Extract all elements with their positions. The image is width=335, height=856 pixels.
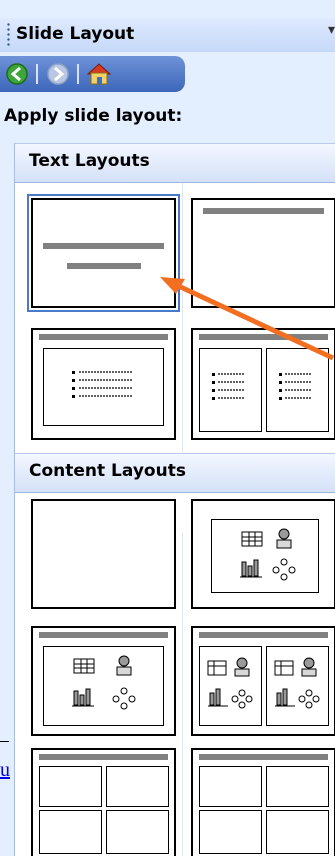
- bullet-list-icon: [72, 371, 132, 398]
- content-placeholder: [199, 766, 262, 807]
- pane-menu-chevron-icon[interactable]: ▾: [328, 22, 335, 38]
- layout-title-only[interactable]: [191, 198, 335, 308]
- group-label: Text Layouts: [29, 151, 150, 171]
- content-placeholder: [106, 810, 169, 854]
- clip-art-icon: [116, 655, 132, 676]
- title-placeholder: [39, 334, 168, 340]
- title-placeholder: [39, 632, 168, 638]
- layout-title-and-two-content[interactable]: [191, 626, 335, 736]
- content-icons: [72, 655, 136, 710]
- content-icons: [207, 657, 253, 709]
- content-placeholder: [106, 766, 169, 807]
- title-placeholder: [199, 632, 328, 638]
- layout-gallery: Text Layouts Content Layouts: [14, 143, 335, 856]
- table-icon: [241, 531, 263, 547]
- grip-handle-icon[interactable]: [7, 22, 10, 46]
- clip-art-icon: [276, 528, 292, 549]
- forward-arrow-icon: [47, 63, 69, 85]
- text-placeholder: [266, 348, 329, 432]
- pane-title: Slide Layout: [16, 24, 135, 44]
- content-placeholder: [266, 810, 329, 854]
- navigation-toolbar: [0, 56, 185, 92]
- content-placeholder: [39, 810, 102, 854]
- apply-layout-label: Apply slide layout:: [4, 106, 183, 126]
- home-icon: [86, 63, 112, 85]
- slide-layout-task-pane: Slide Layout ▾ Apply slide layout: Text …: [0, 0, 335, 856]
- group-header-content-layouts: Content Layouts: [15, 453, 335, 493]
- layout-title-and-four-content-alt[interactable]: [191, 748, 335, 856]
- subtitle-placeholder: [67, 263, 141, 269]
- content-placeholder: [211, 519, 319, 593]
- content-placeholder: [266, 646, 329, 726]
- group-header-text-layouts: Text Layouts: [15, 143, 335, 183]
- layout-content[interactable]: [191, 499, 335, 609]
- bullet-list-icon: [212, 373, 244, 400]
- title-placeholder: [203, 208, 324, 214]
- content-icons: [274, 657, 320, 709]
- content-placeholder: [199, 646, 262, 726]
- back-arrow-icon: [6, 63, 28, 85]
- chart-icon: [72, 688, 94, 707]
- gallery-divider: [182, 533, 183, 856]
- group-label: Content Layouts: [29, 461, 186, 481]
- chart-icon: [240, 559, 262, 578]
- bullet-list-icon: [279, 373, 311, 400]
- text-placeholder: [199, 348, 262, 432]
- diagram-icon: [112, 687, 136, 710]
- title-placeholder: [39, 754, 168, 760]
- nav-separator: [36, 64, 38, 84]
- title-placeholder: [199, 334, 328, 340]
- pane-title-bar: Slide Layout ▾: [0, 18, 335, 52]
- title-placeholder: [199, 754, 328, 760]
- layout-title-and-four-content[interactable]: [31, 748, 176, 856]
- layout-title-and-content[interactable]: [31, 626, 176, 736]
- content-placeholder: [43, 646, 164, 726]
- partial-link-text[interactable]: u: [0, 759, 10, 782]
- content-icons: [240, 528, 296, 581]
- table-icon: [73, 658, 95, 674]
- home-button[interactable]: [86, 62, 112, 86]
- layout-blank[interactable]: [31, 499, 176, 609]
- title-placeholder: [43, 243, 164, 249]
- diagram-icon: [272, 558, 296, 581]
- layout-title-and-text[interactable]: [31, 328, 176, 440]
- content-placeholder: [39, 766, 102, 807]
- nav-separator: [77, 64, 79, 84]
- forward-button[interactable]: [46, 62, 70, 86]
- content-placeholder: [199, 810, 262, 854]
- text-placeholder: [43, 348, 164, 426]
- layout-title-and-two-column-text[interactable]: [191, 328, 335, 440]
- back-button[interactable]: [5, 62, 29, 86]
- layout-title-slide[interactable]: [27, 194, 180, 312]
- gallery-divider: [182, 181, 183, 485]
- stray-line: [0, 741, 9, 742]
- content-placeholder: [266, 766, 329, 807]
